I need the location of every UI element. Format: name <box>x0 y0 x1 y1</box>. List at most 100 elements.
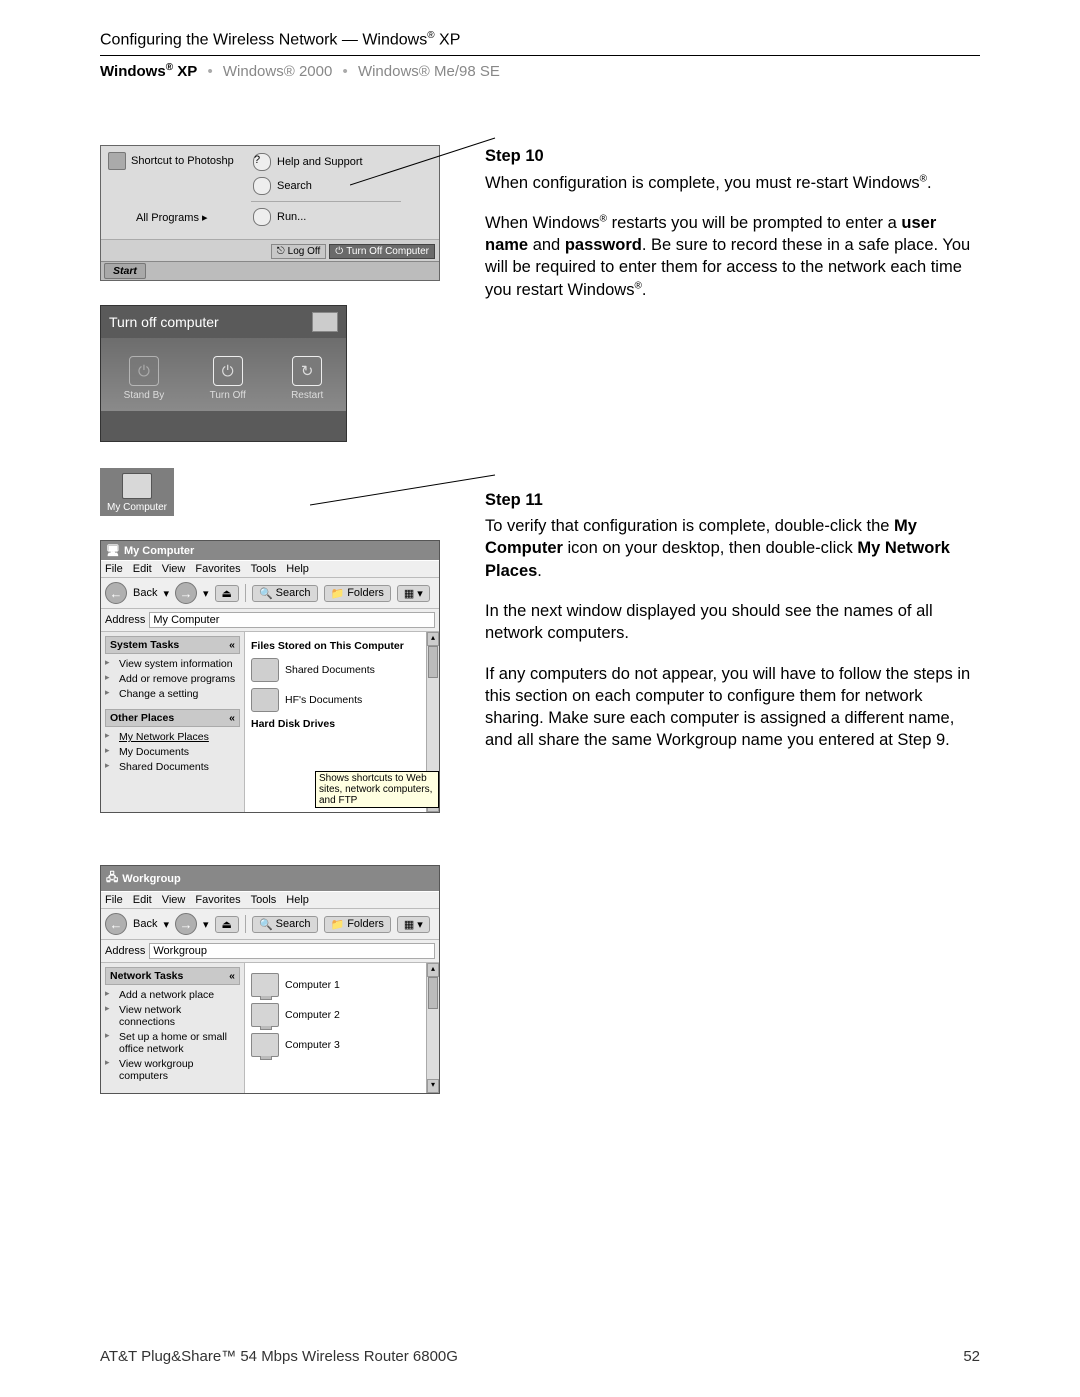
search-icon <box>253 177 271 195</box>
menu-edit[interactable]: Edit <box>133 563 152 575</box>
menu-tools[interactable]: Tools <box>251 894 277 906</box>
start-button[interactable]: Start <box>104 263 146 279</box>
link-network-places[interactable]: My Network Places <box>105 730 240 744</box>
up-button[interactable]: ⏏ <box>215 585 239 602</box>
computer-icon <box>122 473 152 499</box>
tab-xp[interactable]: Windows® XP <box>100 63 197 80</box>
menu-tools[interactable]: Tools <box>251 563 277 575</box>
menu-file[interactable]: File <box>105 563 123 575</box>
view-connections[interactable]: View network connections <box>105 1003 240 1029</box>
windows-flag-icon <box>312 312 338 332</box>
page-number: 52 <box>963 1348 980 1365</box>
search-icon: 🔍 <box>259 587 273 600</box>
photoshop-icon <box>108 152 126 170</box>
folder-icon <box>251 658 279 682</box>
back-label[interactable]: Back <box>133 587 157 599</box>
scrollbar[interactable]: ▴▾ <box>426 963 439 1093</box>
search-button[interactable]: 🔍Search <box>252 916 318 933</box>
folders-icon: 📁 <box>331 918 345 931</box>
menu-help[interactable]: Help <box>286 894 309 906</box>
views-button[interactable]: ▦▾ <box>397 916 430 933</box>
logoff-icon: ⎋ <box>277 246 285 257</box>
step10-heading: Step 10 <box>485 145 980 167</box>
help-icon: ? <box>253 153 271 171</box>
power-icon: ⏻ <box>335 246 343 257</box>
menu-favorites[interactable]: Favorites <box>195 894 240 906</box>
address-input[interactable] <box>149 943 435 959</box>
menu-file[interactable]: File <box>105 894 123 906</box>
hf-docs-folder[interactable]: HF's Documents <box>251 688 433 712</box>
folders-button[interactable]: 📁Folders <box>324 916 391 933</box>
step10-p2: When Windows® restarts you will be promp… <box>485 212 980 301</box>
menu-edit[interactable]: Edit <box>133 894 152 906</box>
screenshot-my-computer: 🖥 My Computer File Edit View Favorites To… <box>100 540 440 813</box>
back-label[interactable]: Back <box>133 918 157 930</box>
menu-favorites[interactable]: Favorites <box>195 563 240 575</box>
hard-drives-header: Hard Disk Drives <box>251 718 433 730</box>
menu-view[interactable]: View <box>162 894 186 906</box>
folders-icon: 📁 <box>331 587 345 600</box>
computer-2[interactable]: Computer 2 <box>251 1003 433 1027</box>
step11-p3: If any computers do not appear, you will… <box>485 663 980 752</box>
search-button[interactable]: 🔍Search <box>252 585 318 602</box>
my-computer-desktop-icon[interactable]: My Computer <box>100 468 174 516</box>
folders-button[interactable]: 📁Folders <box>324 585 391 602</box>
system-tasks-header[interactable]: System Tasks« <box>105 636 240 654</box>
search-icon: 🔍 <box>259 918 273 931</box>
logoff-button[interactable]: ⎋Log Off <box>271 244 327 259</box>
network-tasks-header[interactable]: Network Tasks« <box>105 967 240 985</box>
run-item[interactable]: Run... <box>251 205 401 229</box>
task-change[interactable]: Change a setting <box>105 687 240 701</box>
back-button[interactable]: ← <box>105 913 127 935</box>
shared-docs-folder[interactable]: Shared Documents <box>251 658 433 682</box>
restart-option[interactable]: ↻Restart <box>291 356 323 401</box>
link-shared[interactable]: Shared Documents <box>105 760 240 774</box>
computer-icon <box>251 973 279 997</box>
computer-1[interactable]: Computer 1 <box>251 973 433 997</box>
turnoff-button[interactable]: ⏻Turn Off Computer <box>329 244 435 259</box>
computer-3[interactable]: Computer 3 <box>251 1033 433 1057</box>
window-icon: 🖥 <box>106 544 120 557</box>
mc-menubar: File Edit View Favorites Tools Help <box>101 560 439 578</box>
add-place[interactable]: Add a network place <box>105 988 240 1002</box>
menu-help[interactable]: Help <box>286 563 309 575</box>
wg-title: Workgroup <box>122 873 180 885</box>
step11-p1: To verify that configuration is complete… <box>485 515 980 582</box>
all-programs[interactable]: All Programs ▸ <box>136 211 208 224</box>
tab-2000[interactable]: Windows® 2000 <box>223 63 332 80</box>
search-item[interactable]: Search <box>251 174 401 198</box>
forward-button[interactable]: → <box>175 913 197 935</box>
menu-view[interactable]: View <box>162 563 186 575</box>
address-input[interactable] <box>149 612 435 628</box>
turnoff-option[interactable]: ⏻Turn Off <box>210 356 246 401</box>
link-mydocs[interactable]: My Documents <box>105 745 240 759</box>
help-support[interactable]: ?Help and Support <box>251 150 401 174</box>
computer-icon <box>251 1033 279 1057</box>
other-places-header[interactable]: Other Places« <box>105 709 240 727</box>
header-rule <box>100 55 980 56</box>
forward-button[interactable]: → <box>175 582 197 604</box>
task-sysinfo[interactable]: View system information <box>105 657 240 671</box>
tab-me98[interactable]: Windows® Me/98 SE <box>358 63 500 80</box>
up-button[interactable]: ⏏ <box>215 916 239 933</box>
views-button[interactable]: ▦▾ <box>397 585 430 602</box>
step10-p1: When configuration is complete, you must… <box>485 172 980 194</box>
setup-network[interactable]: Set up a home or small office network <box>105 1030 240 1056</box>
os-tabs: Windows® XP • Windows® 2000 • Windows® M… <box>100 62 980 80</box>
address-label: Address <box>105 945 145 957</box>
screenshot-turnoff-dialog: Turn off computer ⏻Stand By ⏻Turn Off ↻R… <box>100 305 347 442</box>
run-icon <box>253 208 271 226</box>
mc-title: My Computer <box>124 545 194 557</box>
view-workgroup[interactable]: View workgroup computers <box>105 1057 240 1083</box>
computer-icon <box>251 1003 279 1027</box>
files-stored-header: Files Stored on This Computer <box>251 640 433 652</box>
task-addremove[interactable]: Add or remove programs <box>105 672 240 686</box>
standby-option[interactable]: ⏻Stand By <box>124 356 165 401</box>
footer-left: AT&T Plug&Share™ 54 Mbps Wireless Router… <box>100 1348 458 1365</box>
step11-p2: In the next window displayed you should … <box>485 600 980 645</box>
turnoff-icon: ⏻ <box>222 363 234 380</box>
tooltip: Shows shortcuts to Web sites, network co… <box>315 771 439 808</box>
address-label: Address <box>105 614 145 626</box>
back-button[interactable]: ← <box>105 582 127 604</box>
shortcut-label[interactable]: Shortcut to Photoshp <box>131 155 234 167</box>
